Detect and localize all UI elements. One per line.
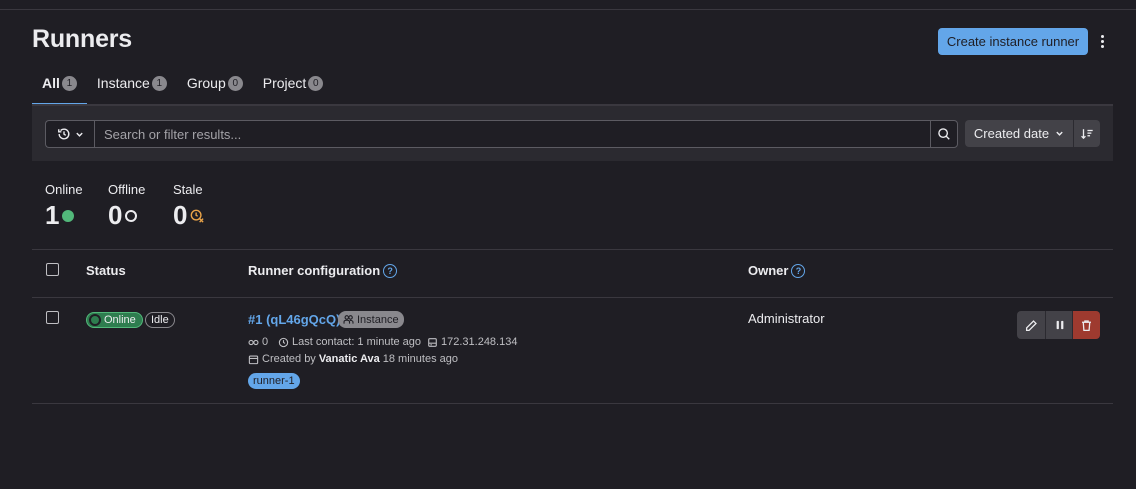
runner-tabs: All 1 Instance 1 Group 0 Project 0 <box>32 68 333 106</box>
online-status-icon <box>62 209 75 222</box>
trash-icon <box>1082 319 1091 331</box>
tab-label: Group <box>186 75 226 91</box>
stat-stale: Stale 0 <box>173 182 205 231</box>
created-ago: 18 minutes ago <box>382 353 458 365</box>
column-header-owner: Owner ? <box>748 263 806 278</box>
last-contact: Last contact: 1 minute ago <box>278 336 421 348</box>
sort-label: Created date <box>973 126 1050 141</box>
table-header-divider <box>32 297 1113 298</box>
tab-project[interactable]: Project 0 <box>253 68 334 98</box>
offline-status-icon <box>125 209 138 222</box>
tab-label: Project <box>262 75 307 91</box>
clock-icon <box>278 337 289 347</box>
delete-runner-button[interactable] <box>1072 311 1100 339</box>
created-info: Created by Vanatic Ava 18 minutes ago <box>248 353 458 365</box>
sort-direction-button[interactable] <box>1074 120 1100 147</box>
stat-online: Online 1 <box>45 182 83 231</box>
column-header-config: Runner configuration ? <box>248 263 398 278</box>
history-icon <box>58 128 70 140</box>
row-checkbox[interactable] <box>46 311 59 324</box>
tab-count: 1 <box>151 75 167 91</box>
runner-name-link[interactable]: #1 (qL46gQcQ) <box>248 312 340 327</box>
table-top-divider <box>32 249 1113 250</box>
edit-runner-button[interactable] <box>1017 311 1045 339</box>
table-bottom-divider <box>32 403 1113 404</box>
ip-value: 172.31.248.134 <box>441 336 518 348</box>
stat-offline: Offline 0 <box>108 182 145 231</box>
stat-value: 1 <box>45 200 60 230</box>
stat-value: 0 <box>173 200 188 230</box>
filter-bar: Created date <box>32 106 1113 161</box>
tab-group[interactable]: Group 0 <box>177 68 253 98</box>
tab-label: All <box>42 75 60 91</box>
runner-type-badge: Instance <box>338 311 404 328</box>
pencil-icon <box>1025 319 1037 331</box>
page-title: Runners <box>32 25 133 53</box>
tab-instance[interactable]: Instance 1 <box>87 68 177 98</box>
header-label: Status <box>86 263 126 278</box>
stale-clock-icon <box>191 209 205 223</box>
server-icon <box>428 337 437 347</box>
header-label: Owner <box>748 263 789 278</box>
jobs-count-value: 0 <box>262 336 269 348</box>
sort-dropdown[interactable]: Created date <box>965 120 1073 147</box>
tab-count: 1 <box>61 75 77 91</box>
help-icon[interactable]: ? <box>383 263 398 278</box>
header-label: Runner configuration <box>248 263 381 278</box>
kebab-vertical-icon[interactable] <box>1094 30 1110 52</box>
tab-count: 0 <box>308 75 324 91</box>
created-prefix: Created by <box>262 353 316 365</box>
pipeline-icon <box>248 339 259 345</box>
runner-tag[interactable]: runner-1 <box>248 373 300 389</box>
search-button[interactable] <box>930 120 958 148</box>
search-icon <box>938 128 950 140</box>
sort-descending-icon <box>1081 128 1093 139</box>
status-online-icon <box>89 314 101 326</box>
chevron-down-icon <box>1056 131 1063 136</box>
tab-all[interactable]: All 1 <box>32 68 87 105</box>
created-by-user[interactable]: Vanatic Ava <box>319 353 380 365</box>
calendar-icon <box>248 355 259 364</box>
create-instance-runner-button[interactable]: Create instance runner <box>938 28 1088 55</box>
status-label: Online <box>104 314 136 326</box>
pause-icon <box>1056 320 1063 330</box>
help-icon[interactable]: ? <box>791 263 806 278</box>
status-badge-online: Online <box>86 312 143 328</box>
status-badge-idle: Idle <box>145 312 175 328</box>
tab-count: 0 <box>227 75 243 91</box>
pause-runner-button[interactable] <box>1045 311 1073 339</box>
top-divider <box>0 9 1136 10</box>
search-input[interactable] <box>94 120 931 148</box>
last-contact-value: Last contact: 1 minute ago <box>292 336 422 348</box>
column-header-status: Status <box>86 263 126 278</box>
runner-type-label: Instance <box>357 313 399 326</box>
tab-label: Instance <box>96 75 150 91</box>
search-history-button[interactable] <box>45 120 95 148</box>
jobs-count: 0 <box>248 336 268 348</box>
select-all-checkbox[interactable] <box>46 263 59 276</box>
stat-label: Offline <box>108 182 146 197</box>
ip-address: 172.31.248.134 <box>427 336 517 348</box>
stat-label: Online <box>45 182 83 197</box>
stat-value: 0 <box>108 200 123 230</box>
chevron-down-icon <box>76 132 83 137</box>
stat-label: Stale <box>173 182 203 197</box>
runner-owner: Administrator <box>748 311 825 326</box>
users-icon <box>343 315 354 324</box>
